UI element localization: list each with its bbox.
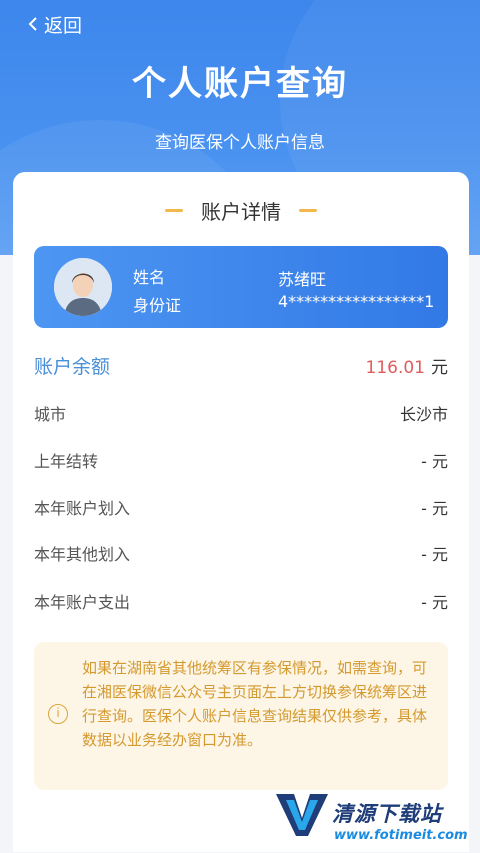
row-value: - 元 [421, 545, 448, 564]
row-label: 本年账户划入 [34, 499, 131, 518]
info-row-other-transfer-in: 本年其他划入 - 元 [34, 538, 448, 568]
name-value: 苏绪旺 [278, 270, 327, 289]
row-value: - 元 [421, 593, 448, 612]
row-label: 本年其他划入 [34, 545, 131, 564]
notice-box: i 如果在湖南省其他统筹区有参保情况，如需查询，可在湘医保微信公众号主页面左上方… [34, 642, 448, 790]
avatar [54, 258, 112, 316]
watermark-url: www.fotimeit.com [334, 828, 468, 843]
card-title: 账户详情 [201, 199, 281, 224]
info-icon: i [48, 704, 68, 724]
info-row-city: 城市 长沙市 [34, 398, 448, 428]
row-label: 上年结转 [34, 452, 99, 471]
chevron-left-icon [28, 17, 37, 31]
row-label: 城市 [34, 405, 67, 424]
row-label: 本年账户支出 [34, 593, 131, 612]
info-row-account-expense: 本年账户支出 - 元 [34, 586, 448, 616]
row-value: 长沙市 [399, 405, 448, 424]
page-subtitle: 查询医保个人账户信息 [155, 133, 325, 153]
info-row-account-transfer-in: 本年账户划入 - 元 [34, 492, 448, 522]
user-info-panel: 姓名 身份证 苏绪旺 4*****************1 [34, 246, 448, 328]
row-value: - 元 [421, 499, 448, 518]
id-value: 4*****************1 [278, 292, 435, 311]
page-title: 个人账户查询 [132, 64, 348, 104]
account-card: 账户详情 姓名 身份证 苏绪旺 4*****************1 账户余额… [13, 172, 469, 852]
card-header: 账户详情 [13, 190, 469, 230]
watermark: 清源下载站 www.fotimeit.com [272, 790, 472, 848]
balance-unit: 元 [431, 357, 448, 378]
back-button[interactable]: 返回 [26, 10, 82, 38]
name-label: 姓名 [133, 268, 166, 287]
watermark-name: 清源下载站 [332, 802, 442, 826]
back-label: 返回 [44, 14, 83, 37]
watermark-logo-icon [276, 794, 328, 836]
avatar-icon [54, 258, 112, 316]
title-dash-left [165, 208, 183, 212]
id-label: 身份证 [133, 296, 182, 315]
info-row-last-year-carryover: 上年结转 - 元 [34, 445, 448, 475]
title-dash-right [299, 208, 317, 212]
balance-row: 账户余额 116.01 元 [34, 350, 448, 380]
notice-text: 如果在湖南省其他统筹区有参保情况，如需查询，可在湘医保微信公众号主页面左上方切换… [82, 659, 428, 749]
balance-amount: 116.01 [365, 357, 425, 378]
balance-label: 账户余额 [34, 355, 111, 378]
row-value: - 元 [421, 452, 448, 471]
